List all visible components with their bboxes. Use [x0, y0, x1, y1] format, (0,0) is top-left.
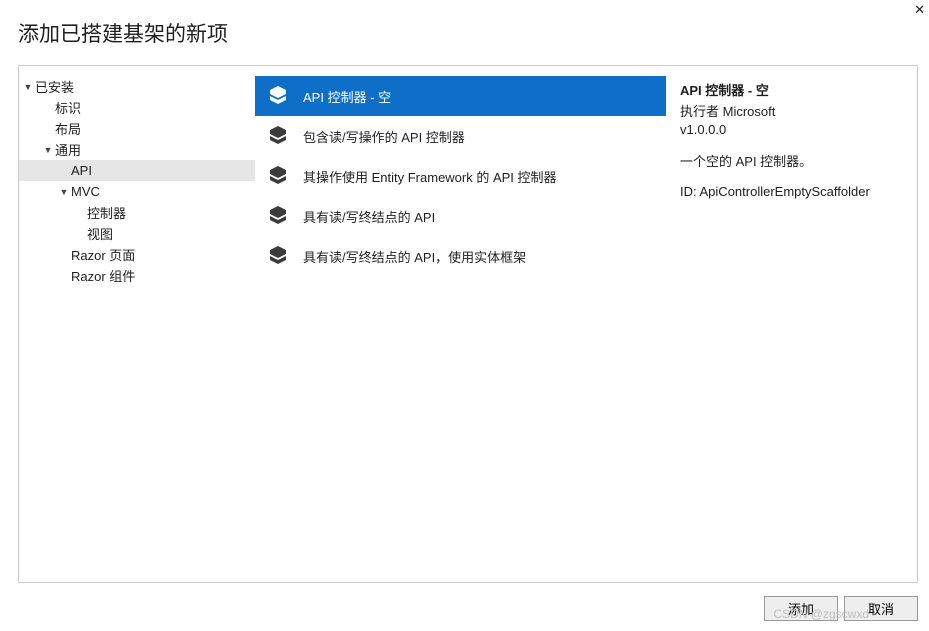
template-list: API 控制器 - 空 包含读/写操作的 API 控制器 其操作使用 Entit…	[255, 66, 666, 582]
tree-label: 视图	[87, 224, 113, 243]
list-label: 包含读/写操作的 API 控制器	[303, 127, 465, 146]
list-item-api-endpoints-ef[interactable]: 具有读/写终结点的 API，使用实体框架	[255, 236, 666, 276]
category-tree: ▼ 已安装 标识 布局 ▼ 通用 API ▼ MVC 控制器 视图	[19, 66, 255, 582]
tree-razor-component[interactable]: Razor 组件	[19, 265, 255, 286]
caret-down-icon: ▼	[41, 145, 55, 155]
scaffold-icon	[265, 243, 291, 269]
tree-common[interactable]: ▼ 通用	[19, 139, 255, 160]
tree-label: 通用	[55, 140, 81, 159]
caret-down-icon: ▼	[21, 82, 35, 92]
detail-title: API 控制器 - 空	[680, 80, 903, 99]
detail-version: v1.0.0.0	[680, 122, 903, 137]
tree-identity[interactable]: 标识	[19, 97, 255, 118]
list-item-api-rw[interactable]: 包含读/写操作的 API 控制器	[255, 116, 666, 156]
list-label: 具有读/写终结点的 API	[303, 207, 435, 226]
detail-id-value: ApiControllerEmptyScaffolder	[700, 184, 870, 199]
tree-layout[interactable]: 布局	[19, 118, 255, 139]
dialog-title: 添加已搭建基架的新项	[18, 18, 911, 48]
list-item-api-ef[interactable]: 其操作使用 Entity Framework 的 API 控制器	[255, 156, 666, 196]
scaffold-icon	[265, 163, 291, 189]
list-label: API 控制器 - 空	[303, 87, 391, 106]
tree-label: 标识	[55, 98, 81, 117]
caret-down-icon: ▼	[57, 187, 71, 197]
tree-label: 已安装	[35, 77, 74, 96]
list-label: 具有读/写终结点的 API，使用实体框架	[303, 247, 526, 266]
tree-api[interactable]: API	[19, 160, 255, 181]
tree-label: Razor 组件	[71, 266, 135, 285]
list-label: 其操作使用 Entity Framework 的 API 控制器	[303, 167, 557, 186]
list-item-api-empty[interactable]: API 控制器 - 空	[255, 76, 666, 116]
detail-panel: API 控制器 - 空 执行者 Microsoft v1.0.0.0 一个空的 …	[666, 66, 917, 582]
tree-label: API	[71, 163, 92, 178]
tree-razor-page[interactable]: Razor 页面	[19, 244, 255, 265]
scaffold-icon	[265, 203, 291, 229]
tree-label: 布局	[55, 119, 81, 138]
detail-publisher: 执行者 Microsoft	[680, 101, 903, 120]
tree-label: MVC	[71, 184, 100, 199]
close-icon[interactable]: ✕	[914, 2, 925, 18]
tree-mvc[interactable]: ▼ MVC	[19, 181, 255, 202]
list-item-api-endpoints[interactable]: 具有读/写终结点的 API	[255, 196, 666, 236]
scaffold-icon	[265, 83, 291, 109]
dialog-header: 添加已搭建基架的新项	[0, 0, 929, 62]
cancel-button[interactable]: 取消	[844, 596, 918, 621]
content-area: ▼ 已安装 标识 布局 ▼ 通用 API ▼ MVC 控制器 视图	[18, 65, 918, 583]
tree-view[interactable]: 视图	[19, 223, 255, 244]
dialog-footer: 添加 取消	[764, 596, 918, 621]
detail-id-label: ID:	[680, 184, 700, 199]
scaffold-icon	[265, 123, 291, 149]
tree-label: Razor 页面	[71, 245, 135, 264]
add-button[interactable]: 添加	[764, 596, 838, 621]
detail-description: 一个空的 API 控制器。	[680, 151, 903, 170]
tree-installed[interactable]: ▼ 已安装	[19, 76, 255, 97]
tree-label: 控制器	[87, 203, 126, 222]
detail-id: ID: ApiControllerEmptyScaffolder	[680, 184, 903, 199]
tree-controller[interactable]: 控制器	[19, 202, 255, 223]
